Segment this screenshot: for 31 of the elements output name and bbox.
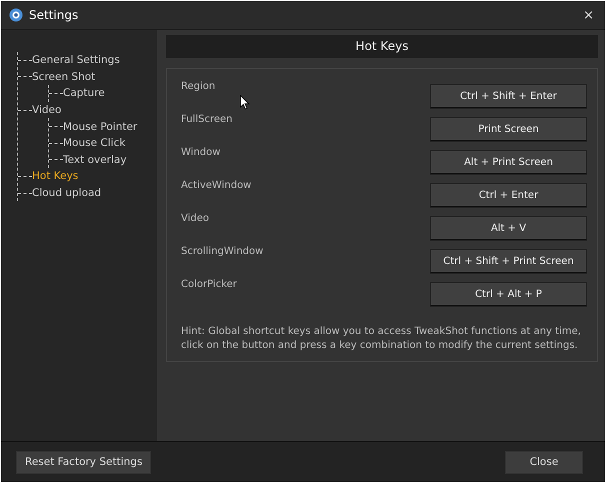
- hotkey-label: ActiveWindow: [181, 180, 252, 191]
- hotkey-label: ColorPicker: [181, 279, 237, 290]
- hotkey-button[interactable]: Alt + V: [430, 216, 587, 240]
- tree-item[interactable]: General Settings: [32, 54, 120, 66]
- hotkey-label: FullScreen: [181, 114, 232, 125]
- close-dialog-button[interactable]: Close: [505, 450, 583, 474]
- mouse-cursor-icon: [240, 95, 250, 110]
- hotkey-label: ScrollingWindow: [181, 246, 264, 257]
- tree-item[interactable]: Screen Shot: [32, 70, 96, 83]
- hotkey-label: Video: [181, 213, 210, 224]
- hotkey-label: Window: [181, 147, 220, 158]
- tree-item[interactable]: Text overlay: [63, 154, 127, 166]
- hotkey-button[interactable]: Ctrl + Alt + P: [430, 282, 587, 306]
- window-title: Settings: [29, 8, 78, 22]
- hotkey-button[interactable]: Ctrl + Shift + Enter: [430, 84, 587, 108]
- hotkey-button[interactable]: Print Screen: [430, 117, 587, 141]
- hotkey-button[interactable]: Ctrl + Shift + Print Screen: [430, 249, 587, 273]
- close-button[interactable]: ×: [580, 8, 597, 22]
- tree-item[interactable]: Hot Keys: [32, 170, 78, 182]
- tree-item[interactable]: Mouse Pointer: [63, 120, 138, 133]
- hotkey-button[interactable]: Ctrl + Enter: [430, 183, 587, 207]
- reset-button[interactable]: Reset Factory Settings: [16, 450, 152, 474]
- hotkey-button[interactable]: Alt + Print Screen: [430, 150, 587, 174]
- tree-item[interactable]: Mouse Click: [63, 137, 126, 150]
- hint-text: Hint: Global shortcut keys allow you to access TweakShot functions at any time, click on the button and press a key combination to modify the current settings.: [181, 325, 582, 353]
- app-icon: [9, 8, 23, 22]
- tree-item[interactable]: Cloud upload: [32, 187, 102, 200]
- tree-item[interactable]: Video: [32, 104, 62, 116]
- panel-header: Hot Keys: [166, 35, 598, 58]
- tree-item[interactable]: Capture: [63, 87, 105, 100]
- hotkey-label: Region: [181, 81, 216, 92]
